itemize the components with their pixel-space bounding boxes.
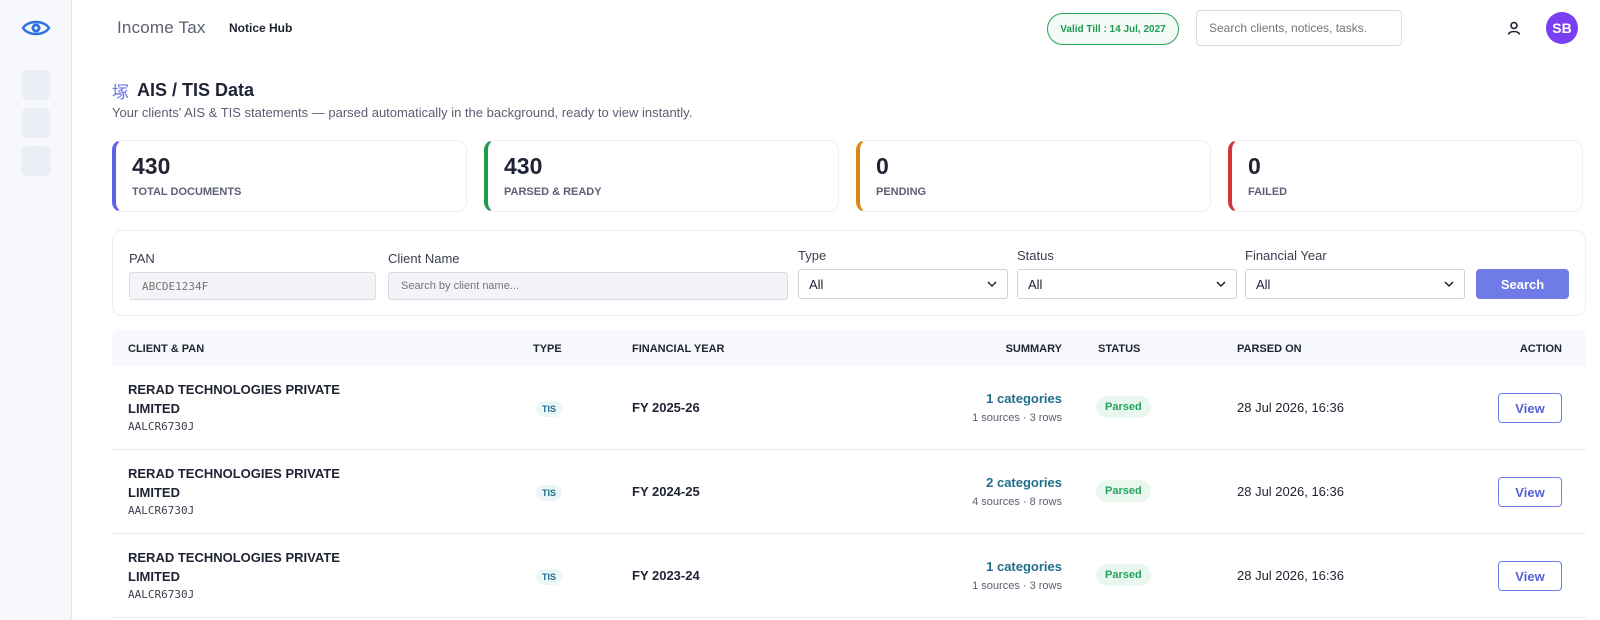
sidebar-item-1[interactable]: [21, 70, 51, 100]
stat-label: FAILED: [1248, 186, 1288, 198]
type-select-value: All: [809, 276, 824, 292]
user-icon[interactable]: [1506, 20, 1522, 36]
table-header: CLIENT & PAN TYPE FINANCIAL YEAR SUMMARY…: [112, 330, 1586, 366]
documents-table: CLIENT & PAN TYPE FINANCIAL YEAR SUMMARY…: [112, 330, 1586, 618]
financial-year: FY 2024-25: [632, 484, 700, 499]
financial-year-label: Financial Year: [1245, 248, 1327, 263]
stat-value: 0: [876, 153, 889, 179]
column-header-action: ACTION: [1519, 343, 1562, 355]
status-select-value: All: [1028, 276, 1043, 292]
client-name: RERAD TECHNOLOGIES PRIVATE LIMITED: [128, 466, 340, 500]
status-label: Status: [1017, 248, 1054, 263]
stat-value: 430: [504, 153, 543, 179]
summary-meta: 4 sources · 8 rows: [972, 496, 1062, 508]
chevron-down-icon: [1216, 281, 1226, 288]
chevron-down-icon: [1444, 281, 1454, 288]
page-subtitle: Your clients' AIS & TIS statements — par…: [112, 105, 693, 120]
pan-input[interactable]: [129, 272, 376, 300]
column-header-status: STATUS: [1098, 343, 1141, 355]
stat-value: 430: [132, 153, 171, 179]
summary-meta: 1 sources · 3 rows: [972, 412, 1062, 424]
sidebar-item-2[interactable]: [21, 108, 51, 138]
client-pan: AALCR6730J: [128, 420, 195, 433]
column-header-type: TYPE: [533, 343, 562, 355]
parsed-on: 28 Jul 2026, 16:36: [1237, 484, 1344, 499]
type-badge: TIS: [536, 485, 563, 501]
top-bar: Income Tax Notice Hub Valid Till : 14 Ju…: [72, 0, 1600, 56]
search-button[interactable]: Search: [1476, 269, 1569, 299]
client-name: RERAD TECHNOLOGIES PRIVATE LIMITED: [128, 382, 340, 416]
table-row: RERAD TECHNOLOGIES PRIVATE LIMITED AALCR…: [112, 450, 1586, 534]
type-badge: TIS: [536, 401, 563, 417]
stat-label: TOTAL DOCUMENTS: [132, 186, 242, 198]
stat-card-total: 430 TOTAL DOCUMENTS: [112, 140, 467, 212]
stat-card-parsed: 430 PARSED & READY: [484, 140, 839, 212]
sidebar-item-3[interactable]: [21, 146, 51, 176]
financial-year: FY 2025-26: [632, 400, 700, 415]
status-badge: Parsed: [1096, 480, 1151, 502]
financial-year: FY 2023-24: [632, 568, 700, 583]
summary-categories-link[interactable]: 2 categories: [986, 475, 1062, 490]
chevron-down-icon: [987, 281, 997, 288]
stat-value: 0: [1248, 153, 1261, 179]
client-pan: AALCR6730J: [128, 588, 195, 601]
type-select[interactable]: All: [798, 269, 1008, 299]
type-label: Type: [798, 248, 827, 263]
column-header-financial-year: FINANCIAL YEAR: [632, 343, 725, 355]
view-button[interactable]: View: [1498, 393, 1562, 423]
financial-year-select[interactable]: All: [1245, 269, 1465, 299]
parsed-on: 28 Jul 2026, 16:36: [1237, 400, 1344, 415]
stat-label: PENDING: [876, 186, 927, 198]
client-name: RERAD TECHNOLOGIES PRIVATE LIMITED: [128, 550, 340, 584]
eye-logo-icon[interactable]: [20, 14, 52, 42]
summary-meta: 1 sources · 3 rows: [972, 580, 1062, 592]
summary-categories-link[interactable]: 1 categories: [986, 559, 1062, 574]
stat-card-pending: 0 PENDING: [856, 140, 1211, 212]
pan-label: PAN: [129, 251, 155, 266]
validity-badge: Valid Till : 14 Jul, 2027: [1047, 13, 1179, 45]
status-select[interactable]: All: [1017, 269, 1237, 299]
sidebar: [0, 0, 72, 620]
page-title: 塚 AIS / TIS Data: [112, 78, 254, 103]
brand-title: Income Tax: [117, 18, 206, 37]
stats-row: 430 TOTAL DOCUMENTS 430 PARSED & READY 0…: [112, 140, 1586, 212]
status-badge: Parsed: [1096, 396, 1151, 418]
table-row: RERAD TECHNOLOGIES PRIVATE LIMITED AALCR…: [112, 534, 1586, 618]
global-search-input[interactable]: [1196, 10, 1402, 46]
document-icon: 塚: [112, 83, 129, 102]
page-title-text: AIS / TIS Data: [137, 80, 255, 100]
client-name-input[interactable]: [388, 272, 788, 300]
client-name-label: Client Name: [388, 251, 460, 266]
avatar[interactable]: SB: [1546, 12, 1578, 44]
view-button[interactable]: View: [1498, 477, 1562, 507]
financial-year-select-value: All: [1256, 276, 1271, 292]
column-header-parsed-on: PARSED ON: [1237, 343, 1302, 355]
table-row: RERAD TECHNOLOGIES PRIVATE LIMITED AALCR…: [112, 366, 1586, 450]
type-badge: TIS: [536, 569, 563, 585]
filter-panel: PAN Client Name Type All Status All Fina…: [112, 230, 1586, 316]
view-button[interactable]: View: [1498, 561, 1562, 591]
stat-label: PARSED & READY: [504, 186, 602, 198]
parsed-on: 28 Jul 2026, 16:36: [1237, 568, 1344, 583]
status-badge: Parsed: [1096, 564, 1151, 586]
column-header-summary: SUMMARY: [1005, 343, 1062, 355]
summary-categories-link[interactable]: 1 categories: [986, 391, 1062, 406]
client-pan: AALCR6730J: [128, 504, 195, 517]
nav-notice-hub[interactable]: Notice Hub: [229, 21, 292, 35]
column-header-client: CLIENT & PAN: [128, 343, 205, 355]
stat-card-failed: 0 FAILED: [1228, 140, 1583, 212]
